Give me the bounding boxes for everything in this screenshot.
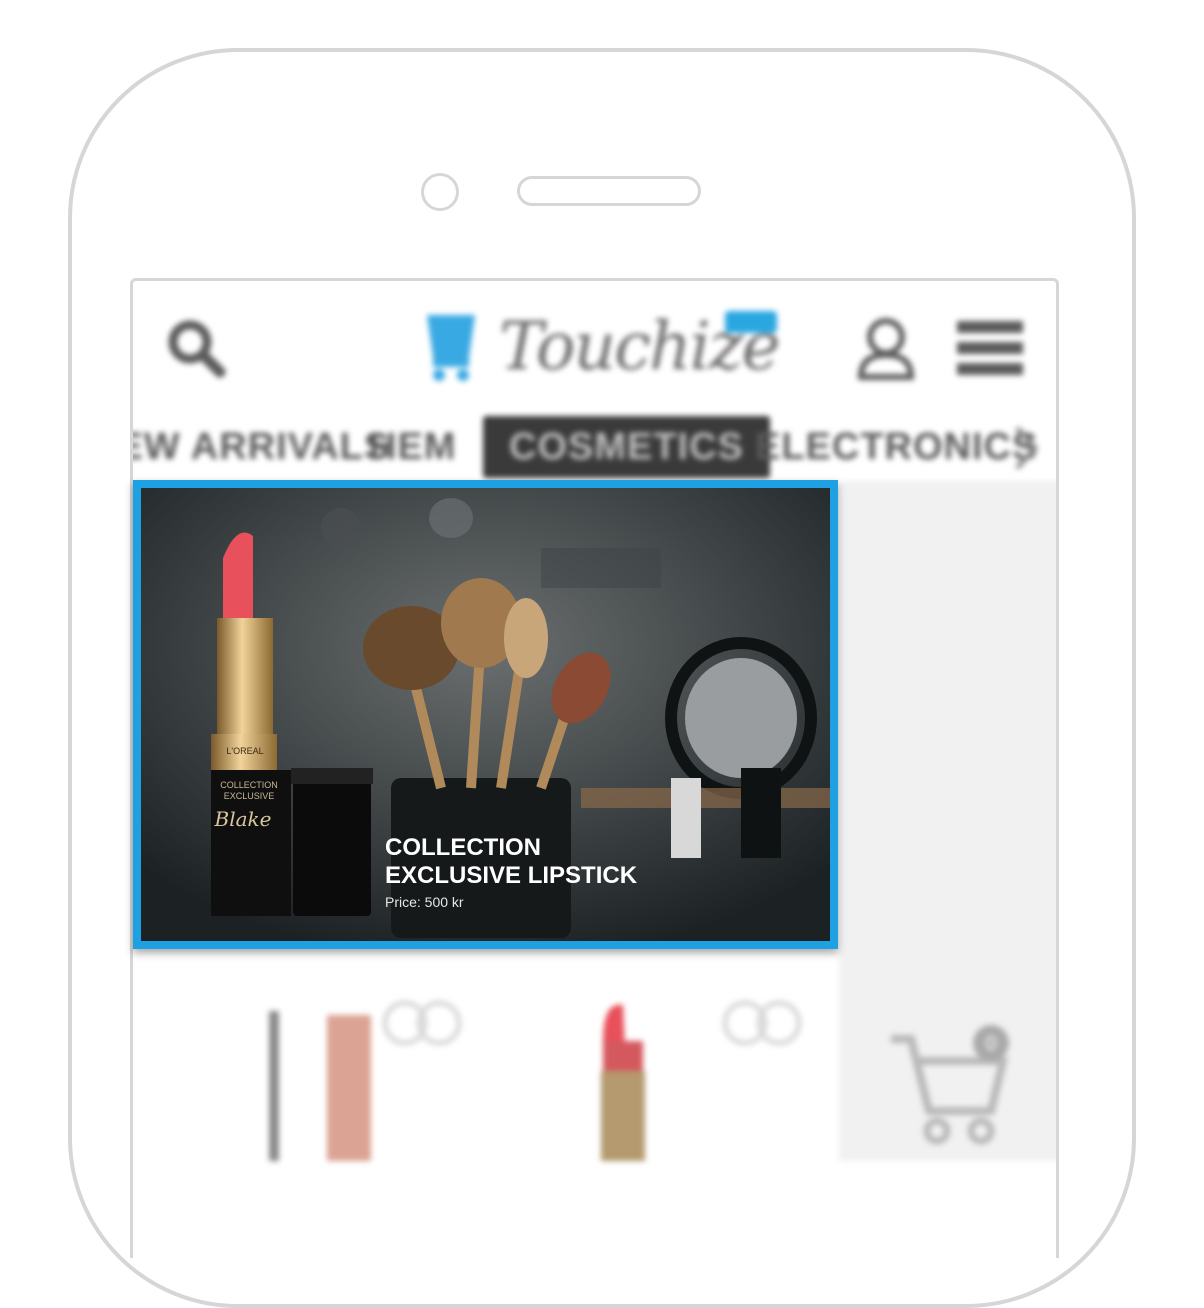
search-icon[interactable]: [165, 317, 227, 379]
featured-title: COLLECTION EXCLUSIVE LIPSTICK: [385, 834, 705, 890]
product-thumbnails[interactable]: [133, 981, 839, 1161]
tab-cosmetics[interactable]: COSMETICS: [483, 416, 770, 478]
cart-icon[interactable]: 0: [885, 1021, 1015, 1151]
featured-title-line2: EXCLUSIVE LIPSTICK: [385, 862, 638, 889]
tab-electronics[interactable]: ELECTRONICS: [755, 416, 1038, 478]
user-icon[interactable]: [855, 315, 917, 381]
category-tabs: NEW ARRIVALS HEM COSMETICS ELECTRONICS: [133, 406, 1056, 484]
phone-speaker: [517, 176, 701, 206]
phone-camera: [421, 173, 459, 211]
lipstick-label-line2: EXCLUSIVE: [224, 791, 275, 801]
product-row: [133, 981, 839, 1161]
chevron-right-icon[interactable]: [1007, 420, 1047, 476]
brand-badge: [725, 311, 777, 333]
cart-logo-icon: [427, 315, 475, 381]
lipstick-label-line1: COLLECTION: [220, 780, 278, 790]
brand-logo[interactable]: Touchize: [419, 307, 781, 387]
lipstick-brand-label: L'OREAL: [226, 746, 263, 756]
app-header: Touchize: [133, 281, 1056, 406]
featured-title-line1: COLLECTION: [385, 834, 541, 861]
tab-new-arrivals[interactable]: NEW ARRIVALS: [133, 416, 390, 478]
featured-price: Price: 500 kr: [385, 894, 464, 910]
tab-hem[interactable]: HEM: [369, 416, 456, 478]
featured-product-card[interactable]: L'OREAL COLLECTION EXCLUSIVE Blake COLLE…: [133, 480, 838, 949]
cart-count: 0: [985, 1033, 996, 1055]
menu-icon[interactable]: [957, 319, 1023, 377]
lipstick-script-label: Blake: [214, 807, 272, 831]
